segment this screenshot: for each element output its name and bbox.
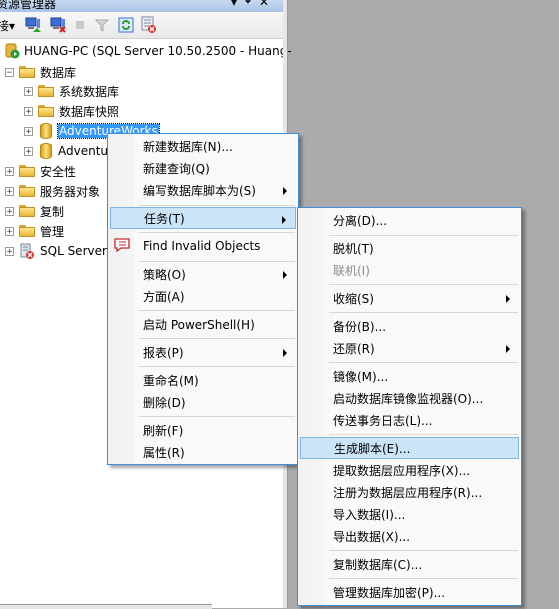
panel-title: 资源管理器 [0,0,57,11]
menu-separator [139,366,295,367]
submenu-arrow-icon [506,345,510,353]
expand-icon[interactable]: + [5,226,14,236]
dropdown-icon[interactable]: ▾ [231,0,245,9]
folder-icon [19,66,35,78]
menu-item-reports[interactable]: 报表(P) [110,341,296,363]
menu-separator [329,312,518,313]
folder-icon [19,205,35,217]
toolbar: 接▾ [0,12,283,39]
menu-separator [329,578,518,579]
submenu-arrow-icon [283,271,287,279]
connect-button[interactable]: 接▾ [0,17,15,33]
menu-item-detach[interactable]: 分离(D)... [300,209,519,231]
folder-icon [38,105,54,117]
tasks-submenu: 分离(D)... 脱机(T) 联机(I) 收缩(S) 备份(B)... 还原(R… [297,207,522,606]
menu-separator [329,434,518,435]
menu-item-generate-scripts[interactable]: 生成脚本(E)... [300,437,519,459]
expand-icon[interactable]: + [24,106,33,116]
expand-icon[interactable]: + [24,86,33,96]
tree-node-adventureworks-2[interactable]: + Adventu [24,142,108,160]
menu-item-take-offline[interactable]: 脱机(T) [300,237,519,259]
tree-node-replication[interactable]: + 复制 [5,202,64,220]
tree-node-security[interactable]: + 安全性 [5,162,76,180]
menu-separator [139,205,295,206]
disconnect-icon[interactable] [50,17,66,33]
tree-node-system-databases[interactable]: + 系统数据库 [24,82,119,100]
menu-separator [139,261,295,262]
submenu-arrow-icon [282,216,286,224]
expand-icon[interactable]: + [5,166,14,176]
folder-icon [19,165,35,177]
menu-item-bring-online[interactable]: 联机(I) [300,259,519,281]
expand-icon[interactable]: + [24,146,33,156]
menu-item-start-powershell[interactable]: 启动 PowerShell(H) [110,313,296,335]
menu-item-properties[interactable]: 属性(R) [110,441,296,463]
menu-item-ship-transaction-logs[interactable]: 传送事务日志(L)... [300,409,519,431]
menu-item-shrink[interactable]: 收缩(S) [300,287,519,309]
menu-item-restore[interactable]: 还原(R) [300,337,519,359]
submenu-arrow-icon [283,187,287,195]
tree-node-server[interactable]: HUANG-PC (SQL Server 10.50.2500 - Huang- [4,42,292,60]
expand-icon[interactable]: + [5,246,14,256]
agent-stopped-icon [20,243,34,259]
menu-separator [329,550,518,551]
menu-item-refresh[interactable]: 刷新(F) [110,419,296,441]
menu-item-copy-database[interactable]: 复制数据库(C)... [300,553,519,575]
menu-separator [139,310,295,311]
pin-icon[interactable]: ᵠ [245,0,259,9]
menu-item-facets[interactable]: 方面(A) [110,285,296,307]
menu-item-new-query[interactable]: 新建查询(Q) [110,157,296,179]
submenu-arrow-icon [283,349,287,357]
menu-item-manage-database-encryption[interactable]: 管理数据库加密(P)... [300,581,519,603]
panel-titlebar: 资源管理器 ▾ᵠ✕ [0,0,283,12]
menu-item-import-data[interactable]: 导入数据(I)... [300,503,519,525]
menu-item-launch-mirroring-monitor[interactable]: 启动数据库镜像监视器(O)... [300,387,519,409]
folder-icon [38,85,54,97]
database-icon [40,143,52,159]
menu-item-register-data-tier-app[interactable]: 注册为数据层应用程序(R)... [300,481,519,503]
menu-separator [329,362,518,363]
menu-separator [329,284,518,285]
folder-icon [19,185,35,197]
menu-item-policies[interactable]: 策略(O) [110,263,296,285]
script-error-icon[interactable] [140,16,158,33]
stop-icon[interactable] [74,17,86,33]
menu-item-delete[interactable]: 删除(D) [110,391,296,413]
connect-icon[interactable] [25,17,41,33]
collapse-icon[interactable]: − [5,67,14,77]
context-menu: 新建数据库(N)... 新建查询(Q) 编写数据库脚本为(S) 任务(T) Fi… [107,133,299,465]
menu-item-rename[interactable]: 重命名(M) [110,369,296,391]
menu-separator [139,416,295,417]
menu-item-tasks[interactable]: 任务(T) [110,207,296,229]
tree-node-databases[interactable]: − 数据库 [5,63,76,81]
menu-separator [139,338,295,339]
tree-node-server-objects[interactable]: + 服务器对象 [5,182,100,200]
menu-separator [329,235,518,236]
horizontal-scrollbar[interactable] [0,604,212,609]
expand-icon[interactable]: + [24,126,33,136]
menu-item-backup[interactable]: 备份(B)... [300,315,519,337]
menu-item-new-database[interactable]: 新建数据库(N)... [110,135,296,157]
expand-icon[interactable]: + [5,186,14,196]
close-icon[interactable]: ✕ [259,0,277,9]
server-icon [5,43,20,59]
menu-item-export-data[interactable]: 导出数据(X)... [300,525,519,547]
refresh-icon[interactable] [118,17,134,33]
tree-node-sql-server-agent[interactable]: + SQL Server [5,242,107,260]
tree-node-management[interactable]: + 管理 [5,222,64,240]
folder-icon [19,225,35,237]
menu-separator [139,232,295,233]
expand-icon[interactable]: + [5,206,14,216]
menu-item-find-invalid-objects[interactable]: Find Invalid Objects [110,235,296,257]
menu-item-extract-data-tier-app[interactable]: 提取数据层应用程序(X)... [300,459,519,481]
submenu-arrow-icon [506,295,510,303]
filter-icon[interactable] [95,17,109,33]
menu-item-script-database-as[interactable]: 编写数据库脚本为(S) [110,179,296,201]
tree-node-snapshots[interactable]: + 数据库快照 [24,102,119,120]
find-invalid-objects-icon [114,238,130,252]
menu-item-mirror[interactable]: 镜像(M)... [300,365,519,387]
database-icon [40,123,52,139]
